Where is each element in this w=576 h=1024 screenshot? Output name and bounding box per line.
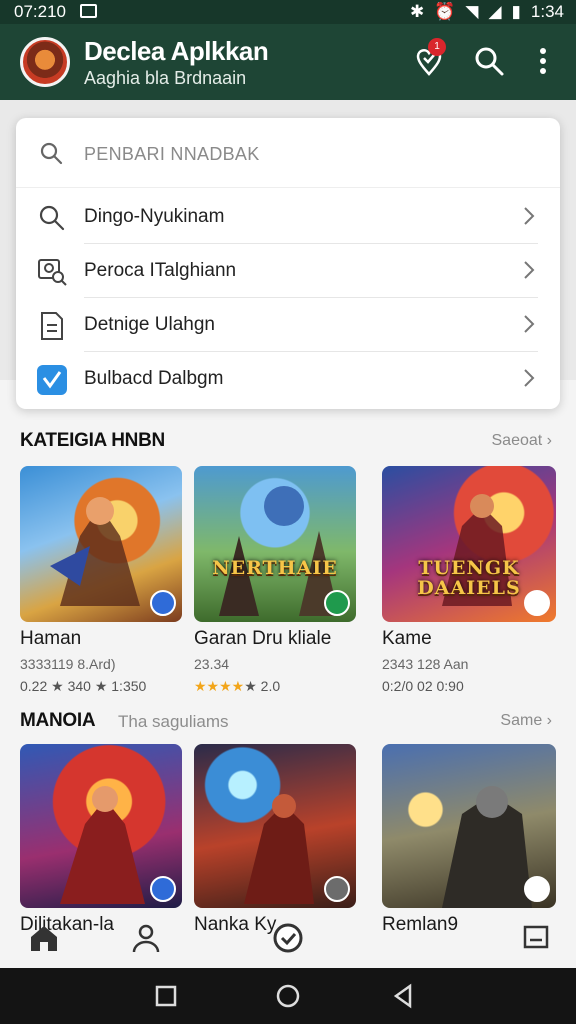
- search-placeholder: PENBARI NNADBAK: [84, 144, 260, 164]
- app-title: Declea Aplkkan: [84, 36, 269, 66]
- game-badge-icon: [524, 876, 550, 902]
- home-icon[interactable]: [26, 920, 62, 956]
- game-thumbnail: TUENGK DAAIELS: [382, 466, 556, 622]
- game-badge-icon: [524, 590, 550, 616]
- game-thumbnail: [194, 744, 356, 908]
- star-rating-icon: ★★★★: [194, 678, 245, 694]
- chevron-right-icon: [522, 259, 536, 286]
- game-rating: ★★★★★ 2.0: [194, 678, 356, 695]
- game-meta: 2343 128 Aan: [382, 656, 469, 672]
- menu-item-label: Bulbacd Dalbgm: [84, 368, 224, 389]
- notification-badge: 1: [428, 38, 446, 56]
- game-rating: 0:2/0 02 0:90: [382, 678, 464, 694]
- game-badge-icon: [324, 590, 350, 616]
- game-logo-text: TUENGK DAAIELS: [417, 557, 521, 599]
- see-all-label: Saeoat: [491, 432, 543, 449]
- recent-apps-icon[interactable]: [152, 982, 180, 1010]
- search-suggestion-item[interactable]: Bulbacd Dalbgm: [16, 352, 560, 406]
- rating-star-dark: ★: [244, 678, 261, 694]
- status-clock: 1:34: [530, 2, 564, 21]
- home-button-icon[interactable]: [274, 982, 302, 1010]
- search-suggestion-item[interactable]: Detnige Ulahgn: [16, 298, 560, 352]
- search-icon: [38, 140, 64, 171]
- game-meta: 3333119 8.Ard): [20, 656, 116, 672]
- game-card[interactable]: Haman 3333119 8.Ard) 0.22 ★ 340 ★ 1:350: [20, 466, 182, 695]
- search-icon: [36, 202, 68, 234]
- game-title: Garan Dru kliale: [194, 628, 332, 649]
- menu-item-label: Peroca ITalghiann: [84, 260, 237, 281]
- document-icon: [36, 310, 68, 342]
- alarm-icon: ⏰: [434, 2, 456, 21]
- menu-item-label: Detnige Ulahgn: [84, 314, 215, 335]
- chevron-right-icon: [522, 205, 536, 232]
- chevron-right-icon: ›: [546, 432, 552, 449]
- chevron-right-icon: ›: [546, 712, 552, 729]
- wifi-icon: ◥: [465, 2, 479, 21]
- more-options-icon[interactable]: [526, 44, 560, 78]
- avatar[interactable]: [20, 37, 70, 87]
- app-header: Declea Aplkkan Aaghia bla Brdnaain 1: [0, 24, 576, 100]
- menu-item-label: Dingo-Nyukinam: [84, 206, 225, 227]
- section-title: MANOIA: [20, 710, 96, 731]
- search-icon[interactable]: [472, 44, 506, 78]
- status-bar: 07:210 ✱ ⏰ ◥ ◢ ▮ 1:34: [0, 0, 576, 24]
- game-card[interactable]: Nanka Ky: [194, 744, 356, 936]
- search-suggestion-item[interactable]: Dingo-Nyukinam: [16, 190, 560, 244]
- game-card[interactable]: NERTHAIE Garan Dru kliale 23.34 ★★★★★ 2.…: [194, 466, 356, 695]
- game-badge-icon: [324, 876, 350, 902]
- profile-icon[interactable]: [128, 920, 164, 956]
- battery-icon: ▮: [511, 2, 521, 21]
- see-all-label: Same: [500, 712, 543, 729]
- system-navigation-bar: [0, 968, 576, 1024]
- game-card[interactable]: Remlan9: [382, 744, 556, 936]
- bottom-navigation: [0, 912, 576, 968]
- section-subtitle: Tha saguliams: [118, 712, 229, 731]
- game-badge-icon: [150, 876, 176, 902]
- image-notification-icon: [80, 4, 97, 18]
- game-thumbnail: [20, 744, 182, 908]
- game-thumbnail: NERTHAIE: [194, 466, 356, 622]
- search-suggestion-item[interactable]: Peroca ITalghiann: [16, 244, 560, 298]
- game-title: Haman: [20, 628, 82, 649]
- rating-value: 2.0: [260, 678, 281, 694]
- game-meta: 23.34: [194, 656, 230, 672]
- game-card[interactable]: Dilitakan-la: [20, 744, 182, 936]
- game-thumbnail: [20, 466, 182, 622]
- see-all-link[interactable]: Same ›: [500, 712, 552, 730]
- game-thumbnail: [382, 744, 556, 908]
- app-badge-icon: [36, 364, 68, 396]
- chevron-right-icon: [522, 313, 536, 340]
- signal-icon: ◢: [488, 2, 502, 21]
- game-badge-icon: [150, 590, 176, 616]
- game-rating: 0.22 ★ 340 ★ 1:350: [20, 678, 147, 694]
- bluetooth-icon: ✱: [409, 2, 425, 21]
- game-logo-text: NERTHAIE: [212, 557, 338, 579]
- library-icon[interactable]: [518, 920, 554, 956]
- app-subtitle: Aaghia bla Brdnaain: [84, 68, 247, 88]
- back-icon[interactable]: [390, 982, 418, 1010]
- check-circle-icon[interactable]: [270, 920, 306, 956]
- search-dropdown: PENBARI NNADBAK Dingo-Nyukinam Peroca IT…: [16, 118, 560, 409]
- game-card[interactable]: TUENGK DAAIELS Kame 2343 128 Aan 0:2/0 0…: [382, 466, 556, 694]
- chevron-right-icon: [522, 367, 536, 394]
- search-input[interactable]: PENBARI NNADBAK: [16, 118, 560, 188]
- section-title: KATEIGIA HNBN: [20, 430, 165, 451]
- status-time: 07:210: [14, 2, 66, 21]
- game-title: Kame: [382, 628, 432, 649]
- see-all-link[interactable]: Saeoat ›: [492, 432, 553, 450]
- person-search-icon: [36, 256, 68, 288]
